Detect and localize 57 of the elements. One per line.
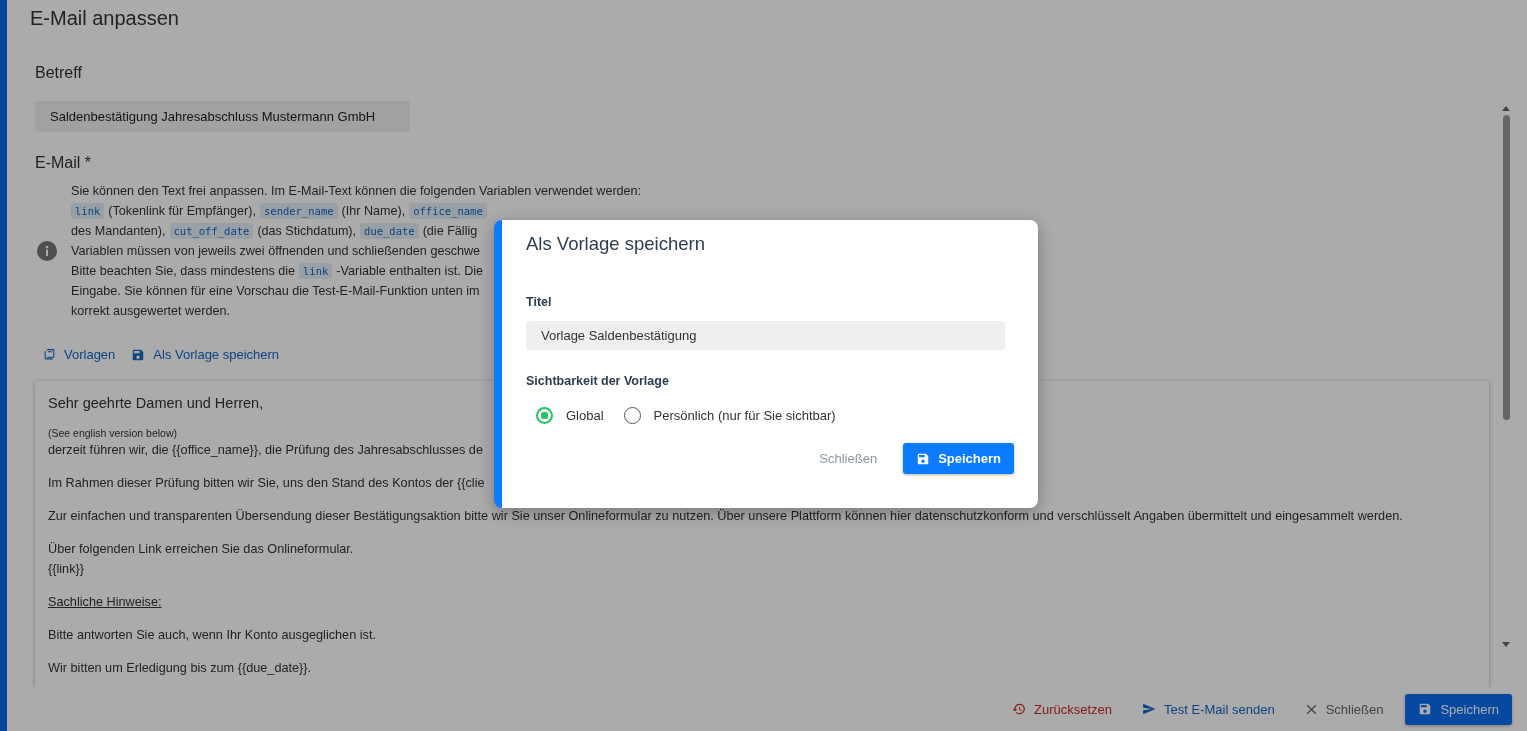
visibility-radio[interactable]: Persönlich (nur für Sie sichtbar) [623, 407, 836, 424]
info-text: des Mandanten), [71, 224, 166, 238]
dialog-title: Als Vorlage speichern [526, 233, 706, 255]
radio-circle[interactable] [536, 407, 553, 424]
save-template-link[interactable]: Als Vorlage speichern [131, 347, 280, 362]
copy-icon [43, 348, 56, 361]
email-text: (See english version below) [48, 426, 177, 440]
title-input[interactable]: Vorlage Saldenbestätigung [526, 321, 1005, 350]
email-text: Im Rahmen dieser Prüfung bitten wir Sie, uns den Stand des Kontos der {{clie [48, 475, 485, 492]
variable-chip: office_name [409, 203, 487, 219]
close-button[interactable]: Schließen [1296, 694, 1392, 724]
email-text: Sachliche Hinweise: [48, 594, 162, 611]
subject-field[interactable]: Saldenbestätigung Jahresabschluss Mustermann GmbH [35, 101, 410, 132]
field-label: Betreff [35, 64, 83, 82]
scrollbar-thumb[interactable] [1502, 115, 1510, 420]
save-icon [131, 347, 146, 362]
info-text: (Tokenlink für Empfänger), [108, 204, 256, 218]
field-label: Sichtbarkeit der Vorlage [526, 374, 670, 388]
field-label: Titel [526, 295, 553, 309]
history-icon [1012, 702, 1027, 716]
send-test-button[interactable]: Test E-Mail senden [1134, 694, 1283, 724]
email-text: {{link}} [48, 561, 84, 578]
variable-chip: due_date [360, 223, 419, 239]
reset-button[interactable]: Zurücksetzen [1004, 694, 1121, 724]
templates-link[interactable]: Vorlagen [43, 347, 116, 362]
variable-chip: cut_off_date [169, 223, 254, 239]
send-icon [1142, 702, 1157, 716]
page-title: E-Mail anpassen [29, 6, 180, 31]
save-icon [1418, 702, 1433, 716]
email-text: Sehr geehrte Damen und Herren, [48, 394, 264, 413]
close-button[interactable]: Schließen [813, 450, 884, 467]
field-label: E-Mail * [35, 154, 92, 172]
info-text: Sie können den Text frei anpassen. Im E-Mail-Text können die folgenden Variablen verwendet werden: [71, 184, 642, 198]
scroll-down-icon[interactable] [1502, 642, 1510, 647]
variable-chip: link [71, 203, 105, 219]
email-text: Wir bitten um Erledigung bis zum {{due_date}}. [48, 660, 312, 677]
save-button[interactable]: Speichern [1405, 693, 1512, 725]
info-text: -Variable enthalten ist. Die [336, 264, 484, 278]
email-text: derzeit führen wir, die {{office_name}}, die Prüfung des Jahresabschlusses de [48, 442, 483, 459]
close-icon [1304, 702, 1318, 716]
save-button[interactable]: Speichern [903, 443, 1014, 474]
email-text: Zur einfachen und transparenten Übersendung dieser Bestätigungsaktion bitte wir Sie unser Onlineformular zu nutzen. Über unsere Plattform können hier datenschutzkonform und verschlüsselt Angaben übermittelt und eingesammelt werden. [48, 508, 1403, 525]
info-text: (das Stichdatum), [257, 224, 357, 238]
info-text: (die Fällig [422, 224, 478, 238]
save-icon [916, 451, 931, 466]
email-text: Über folgenden Link erreichen Sie das Onlineformular. [48, 541, 354, 558]
info-text: (Ihr Name), [341, 204, 406, 218]
variable-chip: sender_name [260, 203, 338, 219]
variable-chip: link [299, 263, 333, 279]
email-text: Bitte antworten Sie auch, wenn Ihr Konto ausgeglichen ist. [48, 627, 376, 644]
info-icon [37, 241, 57, 261]
info-text: korrekt ausgewertet werden. [71, 304, 230, 318]
info-text: Bitte beachten Sie, dass mindestens die [71, 264, 296, 278]
info-text: Variablen müssen von jeweils zwei öffnenden und schließenden geschwe [71, 244, 481, 258]
info-text: Eingabe. Sie können für eine Vorschau die Test-E-Mail-Funktion unten im [71, 284, 480, 298]
scroll-up-icon[interactable] [1502, 106, 1510, 111]
visibility-radio[interactable]: Global [536, 407, 604, 424]
